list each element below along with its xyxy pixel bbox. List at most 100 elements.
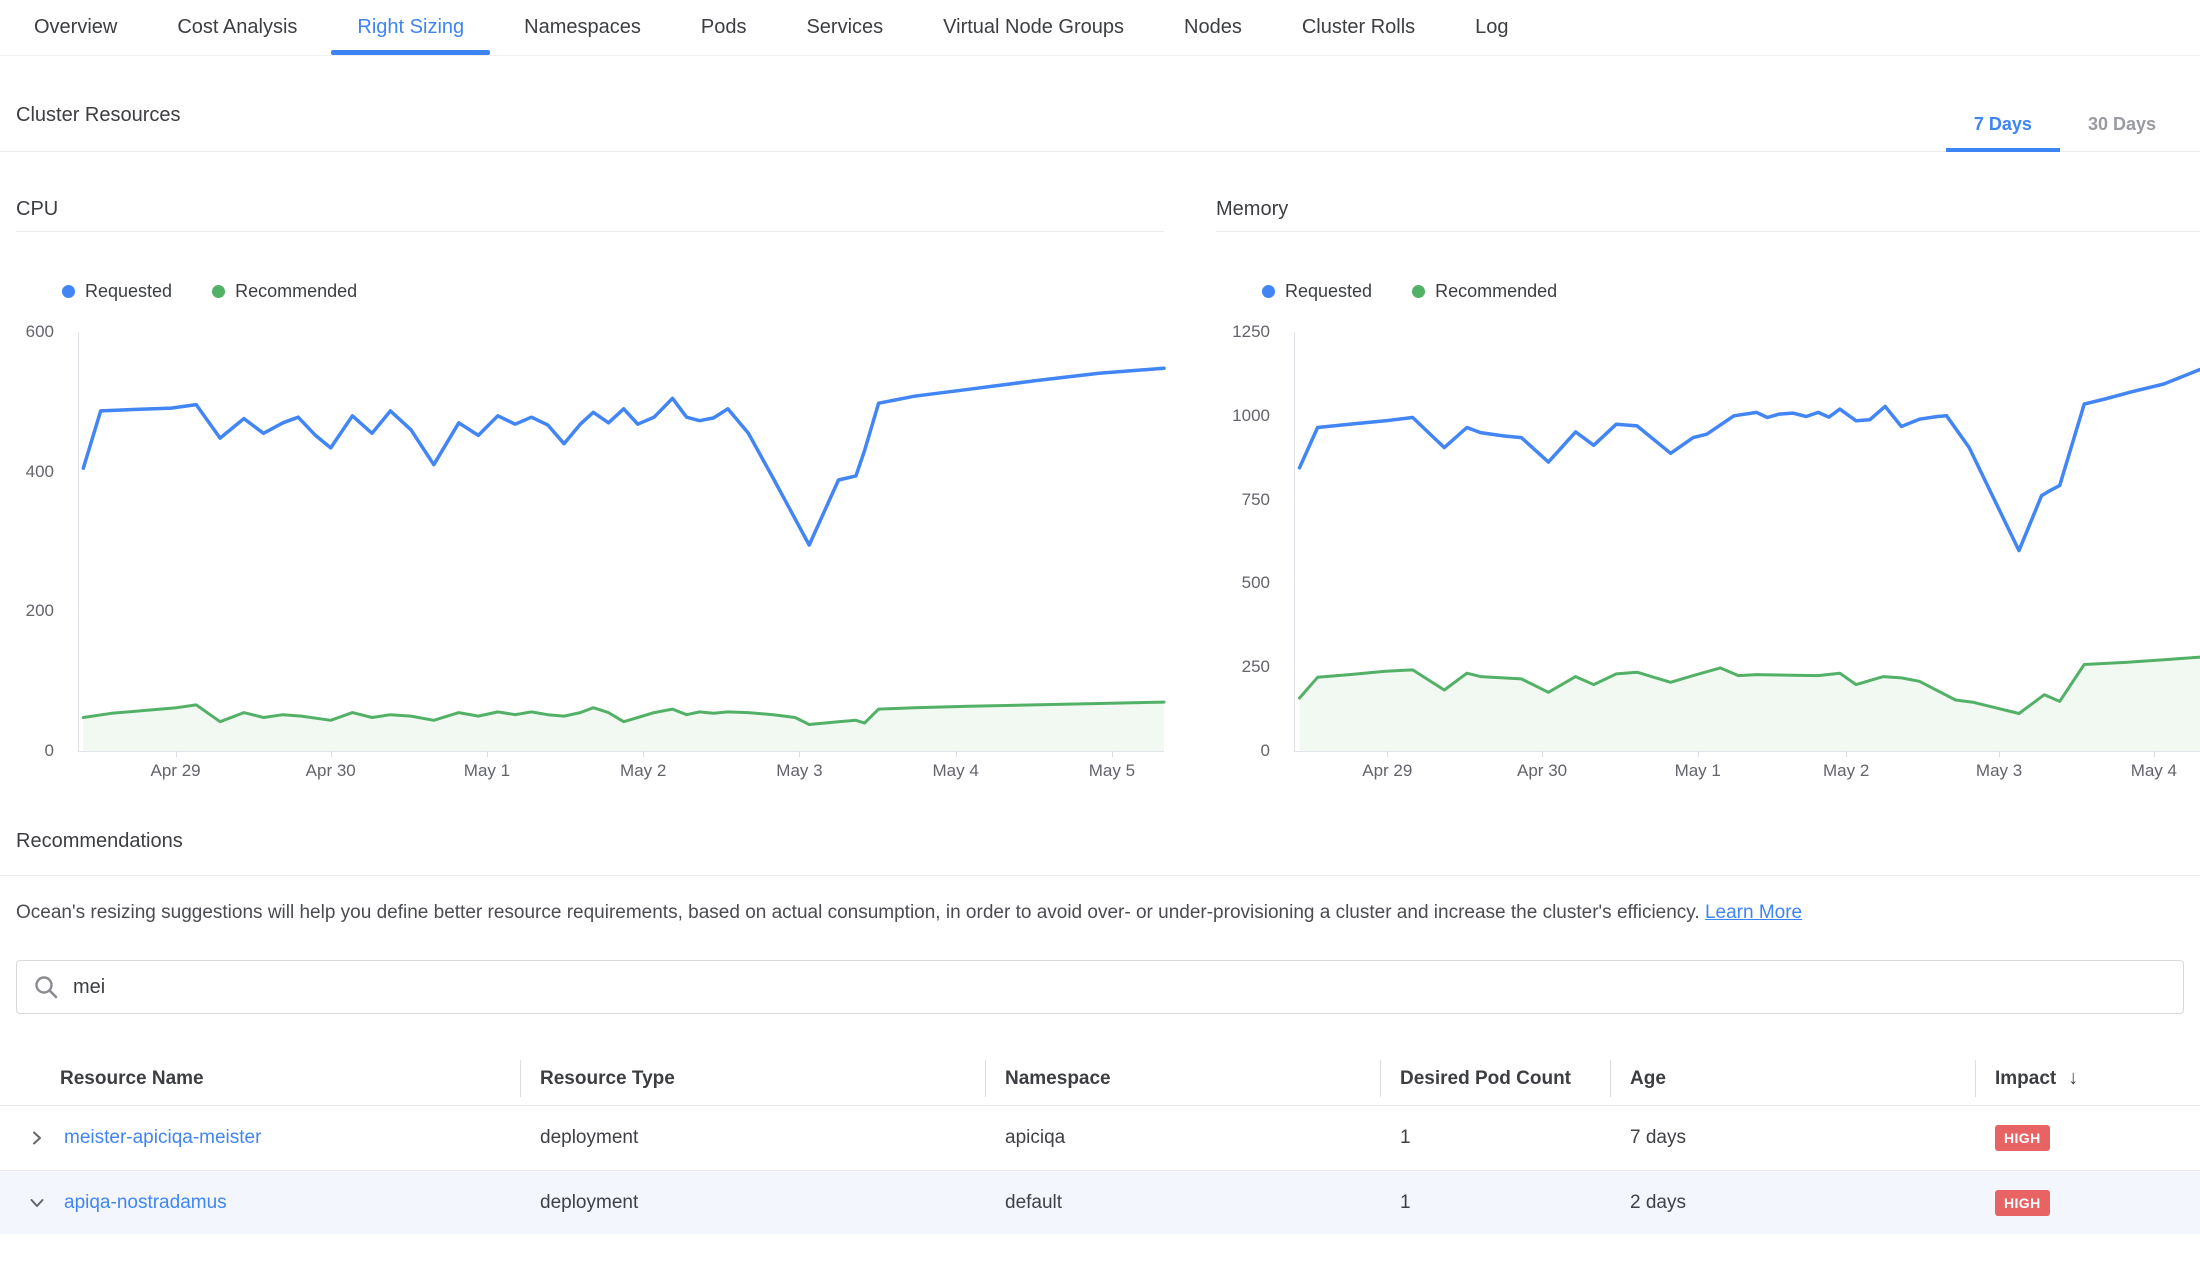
x-axis-label: May 2 [1823, 761, 1869, 781]
requested-line [83, 368, 1164, 545]
search-icon [33, 974, 59, 1000]
chart-legend: Requested Recommended [62, 280, 1164, 302]
x-axis-label: May 3 [1976, 761, 2022, 781]
range-7-days[interactable]: 7 Days [1946, 114, 2060, 151]
cpu-chart-panel: CPU Requested Recommended 6004002000 Apr … [16, 198, 1164, 752]
tab-cluster-rolls[interactable]: Cluster Rolls [1272, 0, 1445, 55]
column-label: Namespace [1005, 1068, 1111, 1090]
column-header-resource-type[interactable]: Resource Type [520, 1052, 985, 1105]
y-axis-label: 1000 [1232, 406, 1270, 426]
x-axis-label: Apr 29 [1362, 761, 1412, 781]
resource-type-cell: deployment [520, 1171, 985, 1234]
tab-overview[interactable]: Overview [4, 0, 147, 55]
legend-dot-icon [212, 285, 225, 298]
table-row[interactable]: apiqa-nostradamusdeploymentdefault12 day… [0, 1170, 2200, 1234]
x-axis-label: May 3 [776, 761, 822, 781]
x-axis-label: May 4 [933, 761, 979, 781]
column-header-resource-name[interactable]: Resource Name [0, 1052, 520, 1105]
chart-area: 6004002000 Apr 29Apr 30May 1May 2May 3Ma… [16, 332, 1164, 752]
charts-row: CPU Requested Recommended 6004002000 Apr … [0, 198, 2200, 752]
x-axis-tick [1387, 751, 1388, 757]
x-axis-tick [487, 751, 488, 757]
resource-name-link[interactable]: apiqa-nostradamus [64, 1192, 227, 1214]
y-axis-label: 600 [26, 322, 54, 342]
legend-requested[interactable]: Requested [1262, 281, 1372, 302]
y-axis-label: 0 [1261, 741, 1270, 761]
y-axis-label: 750 [1242, 490, 1270, 510]
memory-chart-canvas [1295, 332, 2200, 751]
x-axis-label: May 2 [620, 761, 666, 781]
impact-badge: HIGH [1995, 1125, 2050, 1151]
tab-services[interactable]: Services [776, 0, 913, 55]
chart-title: Memory [1216, 198, 2200, 232]
resource-name-link[interactable]: meister-apiciqa-meister [64, 1127, 261, 1149]
recommendations-title: Recommendations [0, 830, 2200, 876]
legend-label: Recommended [1435, 281, 1557, 302]
search-input[interactable] [73, 976, 2167, 999]
age-cell: 7 days [1610, 1106, 1975, 1170]
tab-nodes[interactable]: Nodes [1154, 0, 1272, 55]
x-axis-tick [1846, 751, 1847, 757]
y-axis: 6004002000 [16, 332, 78, 752]
desired-pod-count-cell: 1 [1380, 1171, 1610, 1234]
impact-cell: HIGH [1975, 1106, 2200, 1170]
chevron-down-icon[interactable] [28, 1194, 46, 1212]
column-header-impact[interactable]: Impact↓ [1975, 1052, 2200, 1105]
x-axis-label: May 4 [2131, 761, 2177, 781]
y-axis-label: 0 [45, 741, 54, 761]
table-row[interactable]: meister-apiciqa-meister deploymentapiciqa… [0, 1106, 2200, 1170]
tab-namespaces[interactable]: Namespaces [494, 0, 671, 55]
x-axis-tick [956, 751, 957, 757]
chevron-right-icon[interactable] [28, 1129, 46, 1147]
tab-right-sizing[interactable]: Right Sizing [327, 0, 494, 55]
x-axis-tick [1542, 751, 1543, 757]
tab-bar: OverviewCost AnalysisRight SizingNamespa… [0, 0, 2200, 56]
memory-plot[interactable]: Apr 29Apr 30May 1May 2May 3May 4 [1294, 332, 2200, 752]
recommended-area [83, 702, 1164, 751]
resource-type-cell: deployment [520, 1106, 985, 1170]
x-axis-label: May 1 [464, 761, 510, 781]
range-30-days[interactable]: 30 Days [2060, 114, 2184, 151]
legend-recommended[interactable]: Recommended [212, 281, 357, 302]
tab-log[interactable]: Log [1445, 0, 1538, 55]
learn-more-link[interactable]: Learn More [1705, 902, 1802, 923]
x-axis-tick [1999, 751, 2000, 757]
column-header-age[interactable]: Age [1610, 1052, 1975, 1105]
legend-label: Recommended [235, 281, 357, 302]
x-axis-label: May 5 [1089, 761, 1135, 781]
legend-recommended[interactable]: Recommended [1412, 281, 1557, 302]
legend-dot-icon [1262, 285, 1275, 298]
x-axis-tick [2154, 751, 2155, 757]
namespace-cell: apiciqa [985, 1106, 1380, 1170]
resource-name-cell: meister-apiciqa-meister [0, 1106, 520, 1170]
memory-chart-panel: Memory Requested Recommended 1250 1000 750 5… [1216, 198, 2200, 752]
x-axis-tick [799, 751, 800, 757]
chart-legend: Requested Recommended [1262, 280, 2200, 302]
requested-line [1300, 370, 2200, 551]
namespace-cell: default [985, 1171, 1380, 1234]
impact-cell: HIGH [1975, 1171, 2200, 1234]
column-header-desired-pod-count[interactable]: Desired Pod Count [1380, 1052, 1610, 1105]
x-axis-tick [1698, 751, 1699, 757]
column-header-namespace[interactable]: Namespace [985, 1052, 1380, 1105]
sort-desc-icon[interactable]: ↓ [2068, 1067, 2078, 1090]
y-axis-label: 1250 [1232, 322, 1270, 342]
legend-label: Requested [1285, 281, 1372, 302]
tab-cost-analysis[interactable]: Cost Analysis [147, 0, 327, 55]
y-axis-label: 400 [26, 462, 54, 482]
column-label: Age [1630, 1068, 1666, 1090]
chart-title: CPU [16, 198, 1164, 232]
chart-area: 125010007505002500 Apr 29Apr 30May 1May … [1216, 332, 2200, 752]
y-axis-label: 250 [1242, 657, 1270, 677]
legend-label: Requested [85, 281, 172, 302]
x-axis-label: Apr 30 [306, 761, 356, 781]
cpu-plot[interactable]: Apr 29Apr 30May 1May 2May 3May 4May 5 [78, 332, 1164, 752]
legend-requested[interactable]: Requested [62, 281, 172, 302]
tab-virtual-node-groups[interactable]: Virtual Node Groups [913, 0, 1154, 55]
cluster-resources-header: Cluster Resources 7 Days30 Days [0, 104, 2200, 152]
tab-pods[interactable]: Pods [671, 0, 777, 55]
range-toggle: 7 Days30 Days [1946, 114, 2184, 151]
y-axis-label: 500 [1242, 573, 1270, 593]
search-box[interactable] [16, 960, 2184, 1014]
table-body: meister-apiciqa-meister deploymentapiciqa… [0, 1106, 2200, 1234]
